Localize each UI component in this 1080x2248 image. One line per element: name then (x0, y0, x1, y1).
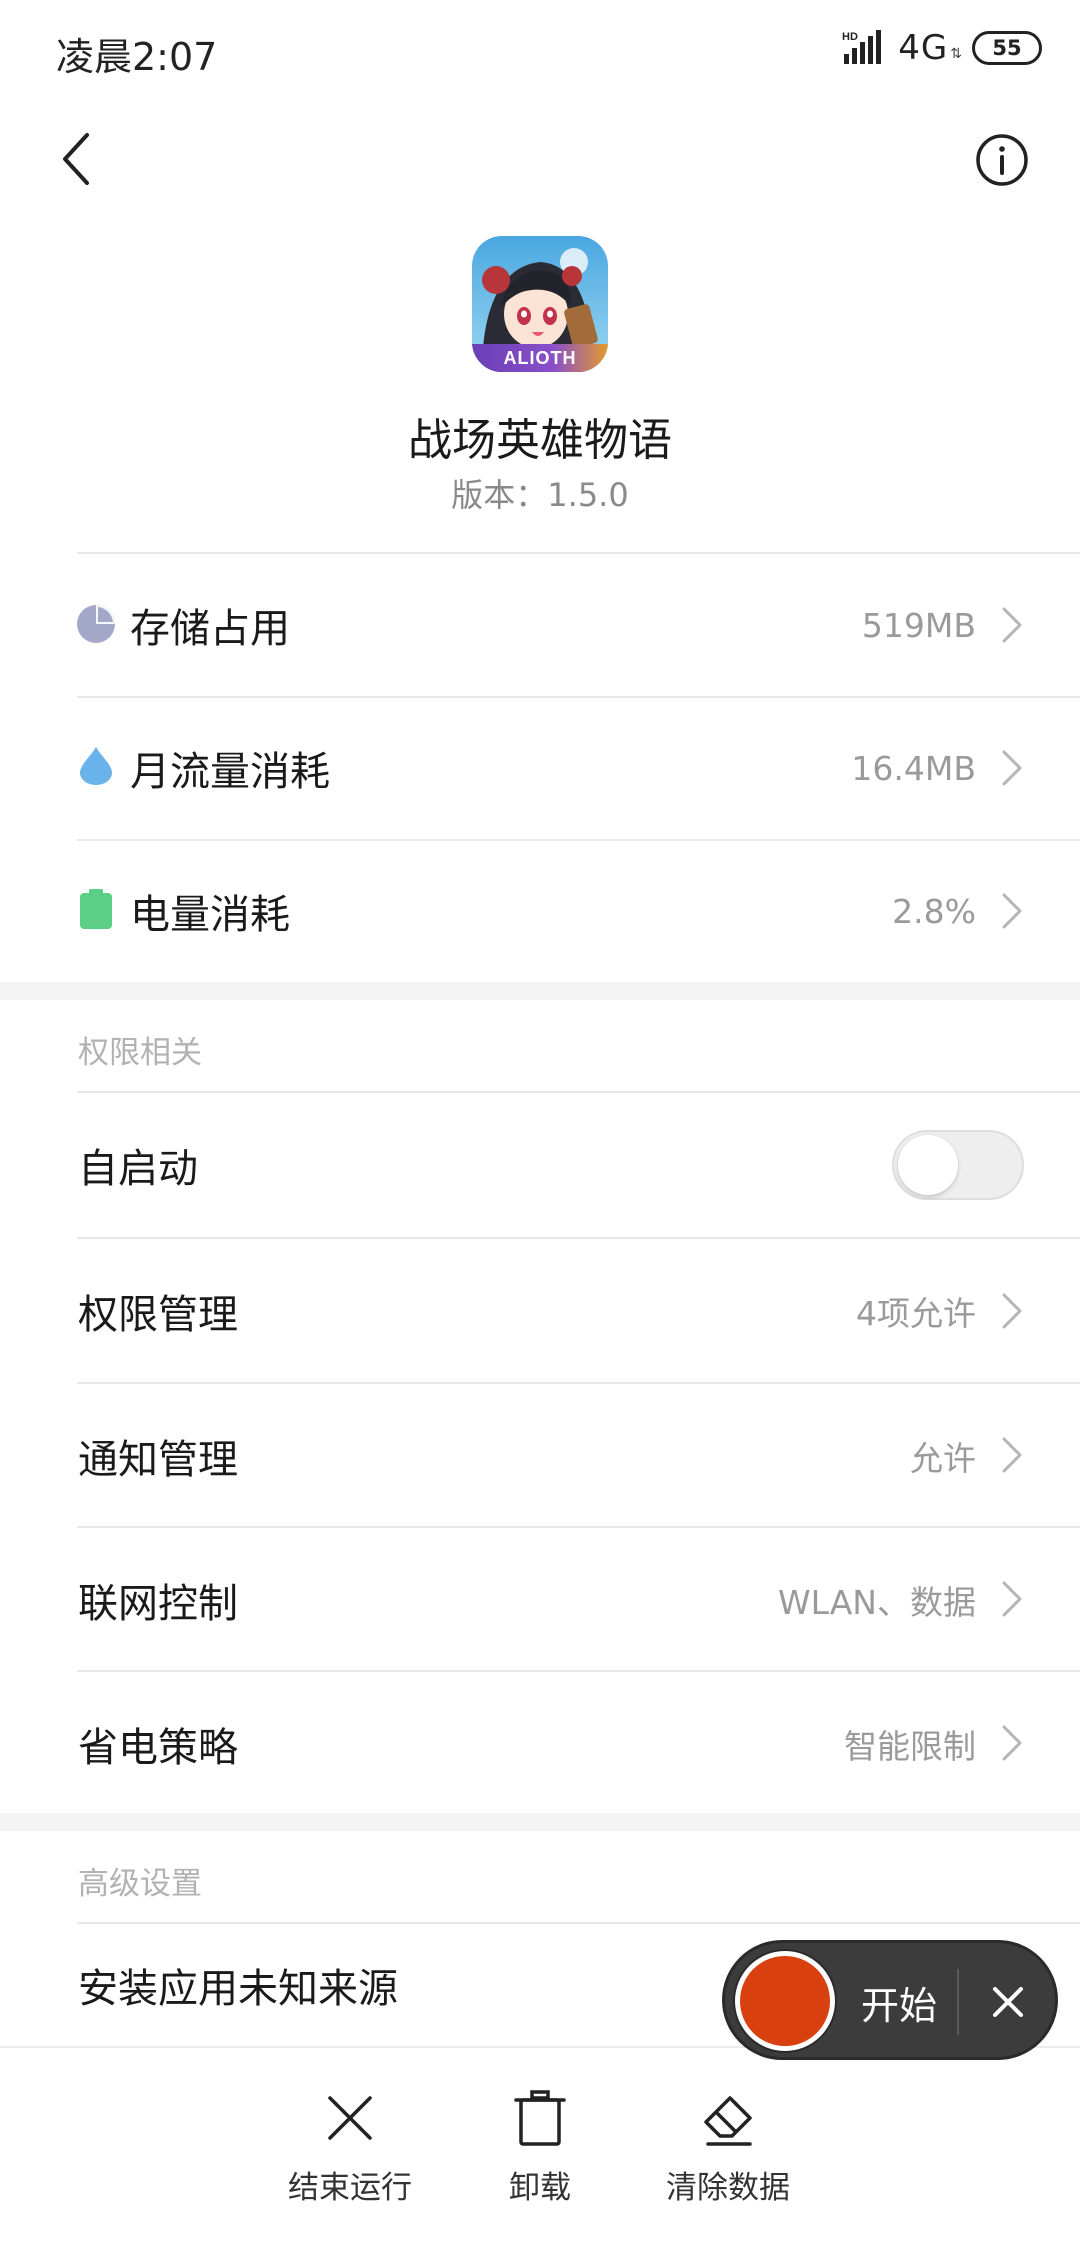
status-indicators: HD 4G ⇅ 55 (842, 28, 1042, 68)
svg-text:ALIOTH: ALIOTH (504, 348, 577, 368)
screen-recorder-widget: 开始 (722, 1940, 1058, 2060)
action-label: 卸载 (509, 2170, 571, 2206)
force-stop-button[interactable]: 结束运行 (250, 2088, 450, 2207)
chevron-right-icon (1002, 1581, 1022, 1617)
chevron-right-icon (1002, 893, 1022, 929)
battery-icon: 55 (972, 31, 1042, 65)
row-label: 通知管理 (78, 1436, 238, 1483)
clear-data-button[interactable]: 清除数据 (628, 2088, 828, 2207)
chevron-right-icon (1002, 1293, 1022, 1329)
section-header-permissions: 权限相关 (78, 1035, 202, 1071)
record-label[interactable]: 开始 (861, 1975, 937, 2030)
pie-chart-icon (77, 605, 115, 643)
data-usage-row[interactable]: 月流量消耗 16.4MB (0, 697, 1080, 839)
info-circle-icon (976, 134, 1028, 186)
row-value: 4项允许 (856, 1294, 976, 1333)
row-label: 联网控制 (78, 1580, 238, 1627)
autostart-row: 自启动 (0, 1093, 1080, 1237)
chevron-right-icon (1002, 750, 1022, 786)
row-label: 自启动 (78, 1146, 198, 1192)
row-label: 存储占用 (130, 606, 290, 652)
row-value: 2.8% (892, 891, 976, 931)
app-icon: ALIOTH (472, 236, 608, 372)
row-label: 权限管理 (78, 1292, 238, 1338)
row-label: 安装应用未知来源 (78, 1966, 398, 2012)
svg-text:HD: HD (842, 31, 858, 43)
notification-management-row[interactable]: 通知管理 允许 (0, 1384, 1080, 1527)
chevron-right-icon (1002, 1725, 1022, 1761)
uninstall-button[interactable]: 卸载 (440, 2088, 640, 2207)
info-button[interactable] (974, 132, 1030, 188)
permission-management-row[interactable]: 权限管理 4项允许 (0, 1239, 1080, 1383)
battery-level: 55 (992, 36, 1022, 60)
app-version: 版本：1.5.0 (451, 476, 629, 514)
section-separator (0, 1813, 1080, 1831)
row-label: 月流量消耗 (130, 749, 330, 795)
trash-icon (514, 2090, 566, 2146)
toggle-knob (898, 1135, 958, 1195)
storage-usage-row[interactable]: 存储占用 519MB (0, 554, 1080, 696)
row-value: WLAN、数据 (777, 1582, 976, 1622)
back-button[interactable] (46, 122, 106, 196)
action-label: 结束运行 (288, 2170, 412, 2206)
network-control-row[interactable]: 联网控制 WLAN、数据 (0, 1528, 1080, 1671)
close-icon[interactable] (975, 1969, 1041, 2035)
power-saving-row[interactable]: 省电策略 智能限制 (0, 1672, 1080, 1815)
row-value: 16.4MB (851, 748, 976, 788)
autostart-toggle[interactable] (892, 1130, 1024, 1200)
section-header-advanced: 高级设置 (78, 1866, 202, 1902)
battery-icon (80, 889, 112, 929)
hd-signal-icon: HD (842, 30, 888, 66)
status-time: 凌晨2:07 (56, 35, 218, 79)
data-activity-icon: ⇅ (950, 46, 962, 62)
eraser-icon (704, 2096, 752, 2146)
recorder-divider (957, 1969, 959, 2035)
row-value: 智能限制 (844, 1726, 976, 1766)
battery-usage-row[interactable]: 电量消耗 2.8% (0, 840, 1080, 982)
bottom-action-bar: 结束运行 卸载 清除数据 (0, 2046, 1080, 2248)
row-value: 519MB (861, 605, 976, 645)
chevron-right-icon (1002, 1437, 1022, 1473)
water-drop-icon (80, 747, 112, 785)
action-label: 清除数据 (666, 2170, 790, 2206)
network-type: 4G (898, 28, 949, 68)
row-label: 电量消耗 (130, 892, 290, 938)
record-button[interactable] (735, 1951, 835, 2051)
close-icon (328, 2096, 372, 2140)
row-label: 省电策略 (78, 1724, 238, 1771)
section-separator (0, 982, 1080, 1000)
chevron-left-icon (63, 133, 89, 185)
chevron-right-icon (1002, 607, 1022, 643)
row-value: 允许 (910, 1438, 976, 1478)
app-name: 战场英雄物语 (408, 415, 672, 466)
status-bar: 凌晨2:07 HD 4G ⇅ 55 (0, 0, 1080, 96)
